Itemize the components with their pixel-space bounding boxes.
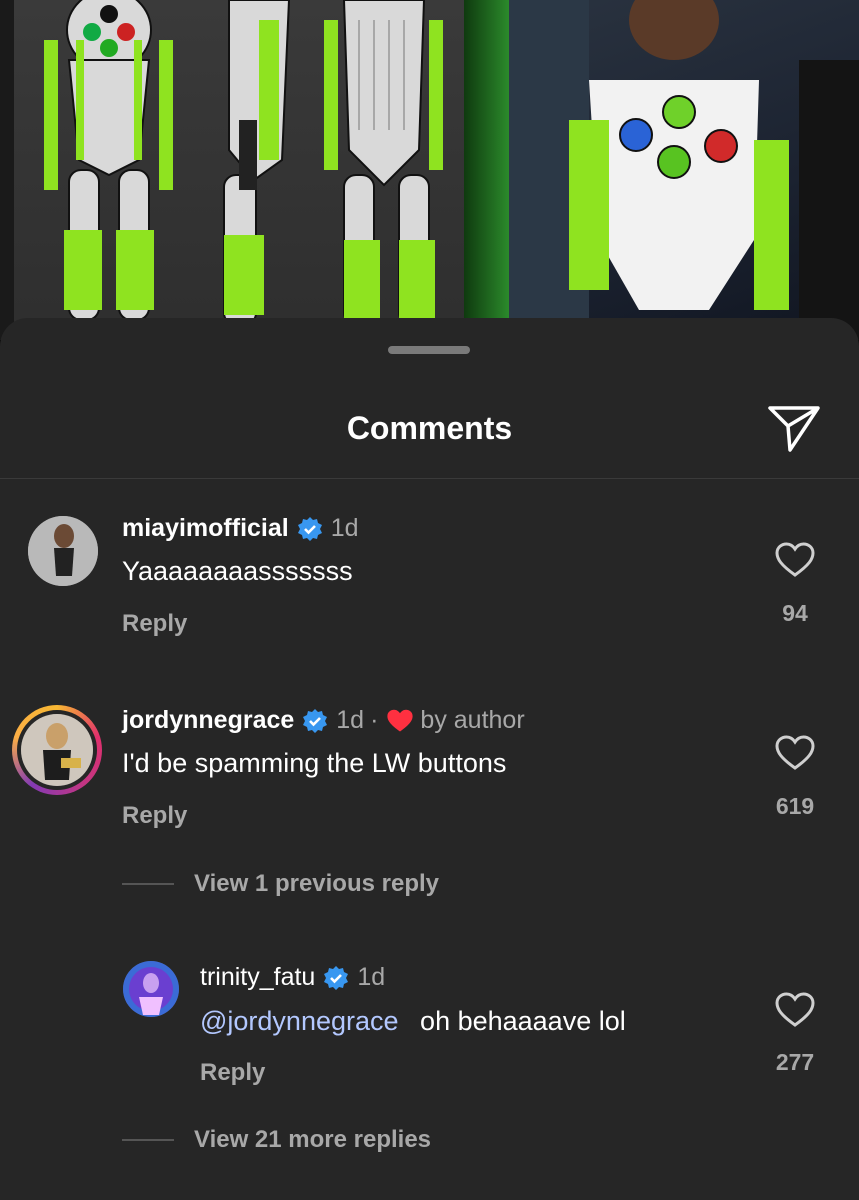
post-image [0, 0, 859, 340]
green-stage-light [464, 0, 509, 340]
like-button[interactable] [775, 992, 815, 1028]
avatar-image [123, 961, 179, 1017]
avatar[interactable] [28, 516, 98, 586]
comment-text: I'd be spamming the LW buttons [122, 748, 507, 778]
verified-badge-icon [302, 708, 328, 734]
like-button[interactable] [775, 735, 815, 771]
costume-sketch-figures [44, 0, 443, 326]
sheet-drag-handle[interactable] [388, 346, 470, 354]
comment-text: Yaaaaaaaasssssss [122, 556, 353, 586]
wrestler-figure [509, 0, 859, 340]
meta-separator: · [370, 706, 379, 734]
view-previous-replies-button[interactable]: View 1 previous reply [122, 870, 439, 898]
wrestler-photo [509, 0, 859, 340]
avatar[interactable] [17, 710, 97, 790]
reply-text: @jordynnegrace oh behaaaave lol [200, 1006, 626, 1037]
reply-button[interactable]: Reply [200, 1059, 265, 1087]
view-previous-replies-label: View 1 previous reply [194, 870, 440, 897]
header-divider [0, 478, 859, 479]
like-button[interactable] [775, 542, 815, 578]
share-button[interactable] [766, 402, 822, 454]
comments-sheet: Comments miayimofficial 1d Yaaaaaaaassss… [0, 318, 859, 1200]
like-count: 277 [775, 1049, 815, 1075]
liked-by-author-label: by author [420, 706, 525, 734]
username[interactable]: miayimofficial [122, 514, 289, 543]
thread-line [122, 883, 174, 885]
comment-time: 1d [330, 514, 359, 542]
verified-badge-icon [297, 516, 323, 542]
view-more-replies-label: View 21 more replies [194, 1126, 432, 1153]
reply-meta: trinity_fatu 1d [200, 963, 385, 992]
comment-time: 1d [336, 706, 365, 734]
view-more-replies-button[interactable]: View 21 more replies [122, 1126, 431, 1154]
avatar-image [21, 714, 93, 786]
avatar-image [28, 516, 98, 586]
comment-meta: miayimofficial 1d [122, 514, 359, 543]
sheet-title: Comments [346, 410, 513, 446]
paper-plane-icon [768, 406, 820, 452]
reply-button[interactable]: Reply [122, 610, 187, 638]
heart-outline-icon [775, 542, 815, 577]
reply-time: 1d [357, 963, 386, 991]
reply-body: oh behaaaave lol [420, 1006, 626, 1036]
like-count: 94 [782, 600, 808, 626]
like-count: 619 [775, 793, 815, 819]
author-liked-heart-icon [386, 708, 414, 734]
heart-outline-icon [775, 735, 815, 770]
costume-design-sketch [14, 0, 464, 340]
username[interactable]: trinity_fatu [200, 963, 315, 992]
thread-line [122, 1139, 174, 1141]
heart-outline-icon [775, 992, 815, 1027]
verified-badge-icon [323, 965, 349, 991]
reply-button[interactable]: Reply [122, 802, 187, 830]
comment-meta: jordynnegrace 1d · by author [122, 706, 525, 735]
avatar[interactable] [123, 961, 179, 1017]
username[interactable]: jordynnegrace [122, 706, 294, 735]
mention-link[interactable]: @jordynnegrace [200, 1006, 399, 1036]
